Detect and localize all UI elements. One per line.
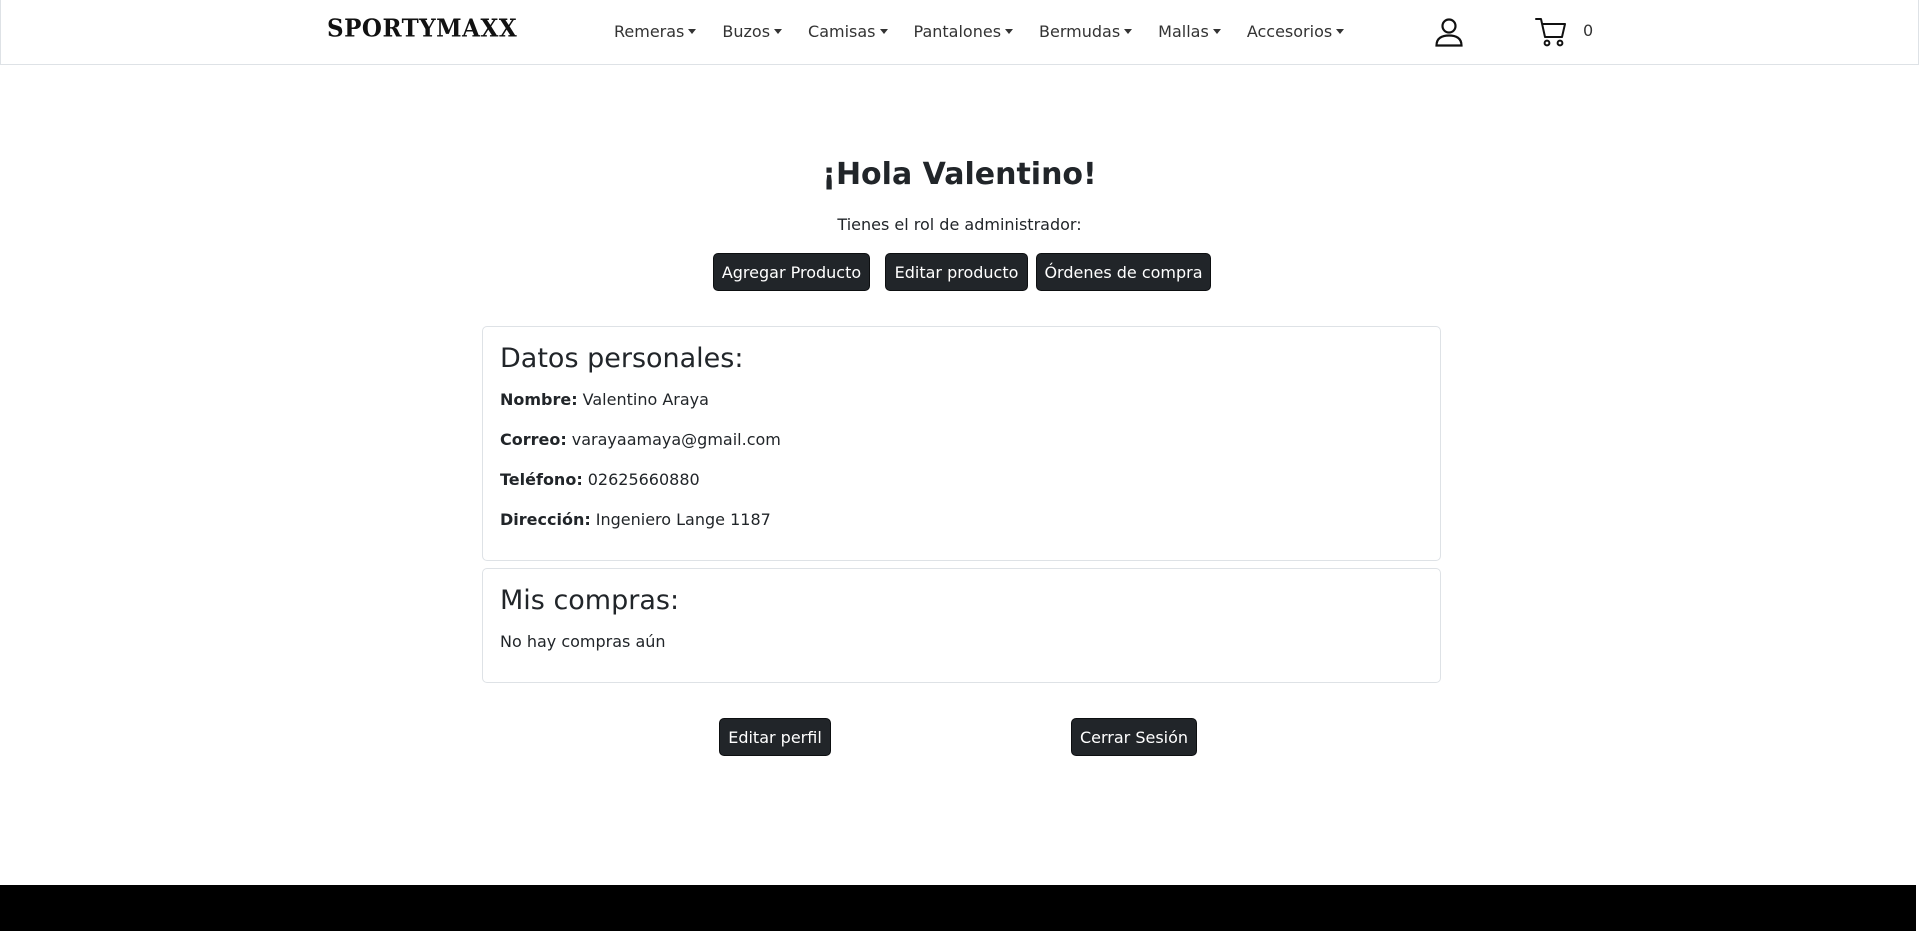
caret-down-icon <box>879 29 888 34</box>
purchases-card: Mis compras: No hay compras aún <box>482 568 1441 683</box>
cart-count: 0 <box>1583 21 1594 40</box>
caret-down-icon <box>1124 29 1133 34</box>
caret-down-icon <box>688 29 697 34</box>
edit-profile-button[interactable]: Editar perfil <box>719 718 831 756</box>
cart-icon[interactable] <box>1534 15 1568 49</box>
nav-item-label: Mallas <box>1158 22 1209 41</box>
address-row: Dirección: Ingeniero Lange 1187 <box>500 510 771 529</box>
profile-main: ¡Hola Valentino! Tienes el rol de admini… <box>0 65 1919 885</box>
nav-item-accesorios[interactable]: Accesorios <box>1246 22 1345 41</box>
nav-item-label: Camisas <box>808 22 876 41</box>
phone-row: Teléfono: 02625660880 <box>500 470 700 489</box>
address-label: Dirección: <box>500 510 591 529</box>
footer <box>0 885 1916 931</box>
caret-down-icon <box>1336 29 1345 34</box>
address-value: Ingeniero Lange 1187 <box>595 510 771 529</box>
page-title: ¡Hola Valentino! <box>822 157 1097 192</box>
user-icon[interactable] <box>1433 16 1465 48</box>
email-label: Correo: <box>500 430 567 449</box>
nav-item-label: Accesorios <box>1246 22 1333 41</box>
caret-down-icon <box>1212 29 1221 34</box>
purchases-title: Mis compras: <box>500 585 680 616</box>
role-text: Tienes el rol de administrador: <box>837 215 1082 234</box>
phone-label: Teléfono: <box>500 470 583 489</box>
nav-item-label: Bermudas <box>1039 22 1121 41</box>
name-label: Nombre: <box>500 390 578 409</box>
nav-item-mallas[interactable]: Mallas <box>1158 22 1221 41</box>
email-row: Correo: varayaamaya@gmail.com <box>500 430 781 449</box>
personal-data-card: Datos personales: Nombre: Valentino Araya… <box>482 326 1441 561</box>
nav-item-buzos[interactable]: Buzos <box>722 22 783 41</box>
personal-data-title: Datos personales: <box>500 343 744 374</box>
nav-item-label: Pantalones <box>913 22 1002 41</box>
nav-item-label: Remeras <box>614 22 685 41</box>
nav-item-bermudas[interactable]: Bermudas <box>1039 22 1133 41</box>
edit-product-button[interactable]: Editar producto <box>885 253 1028 291</box>
brand-logo[interactable]: SPORTYMAXX <box>327 14 517 42</box>
logout-button[interactable]: Cerrar Sesión <box>1071 718 1197 756</box>
nav-item-pantalones[interactable]: Pantalones <box>914 22 1014 41</box>
purchase-orders-button[interactable]: Órdenes de compra <box>1036 253 1211 291</box>
caret-down-icon <box>774 29 783 34</box>
name-row: Nombre: Valentino Araya <box>500 390 709 409</box>
nav-item-remeras[interactable]: Remeras <box>614 22 697 41</box>
nav-item-label: Buzos <box>722 22 771 41</box>
caret-down-icon <box>1005 29 1014 34</box>
add-product-button[interactable]: Agregar Producto <box>713 253 870 291</box>
nav-item-camisas[interactable]: Camisas <box>808 22 888 41</box>
purchases-empty-text: No hay compras aún <box>500 632 666 651</box>
name-value: Valentino Araya <box>582 390 709 409</box>
phone-value: 02625660880 <box>587 470 700 489</box>
email-value: varayaamaya@gmail.com <box>571 430 781 449</box>
navbar: SPORTYMAXX Remeras Buzos Camisas Pantalo… <box>0 0 1919 65</box>
nav-menu: Remeras Buzos Camisas Pantalones Bermuda… <box>601 0 1357 63</box>
